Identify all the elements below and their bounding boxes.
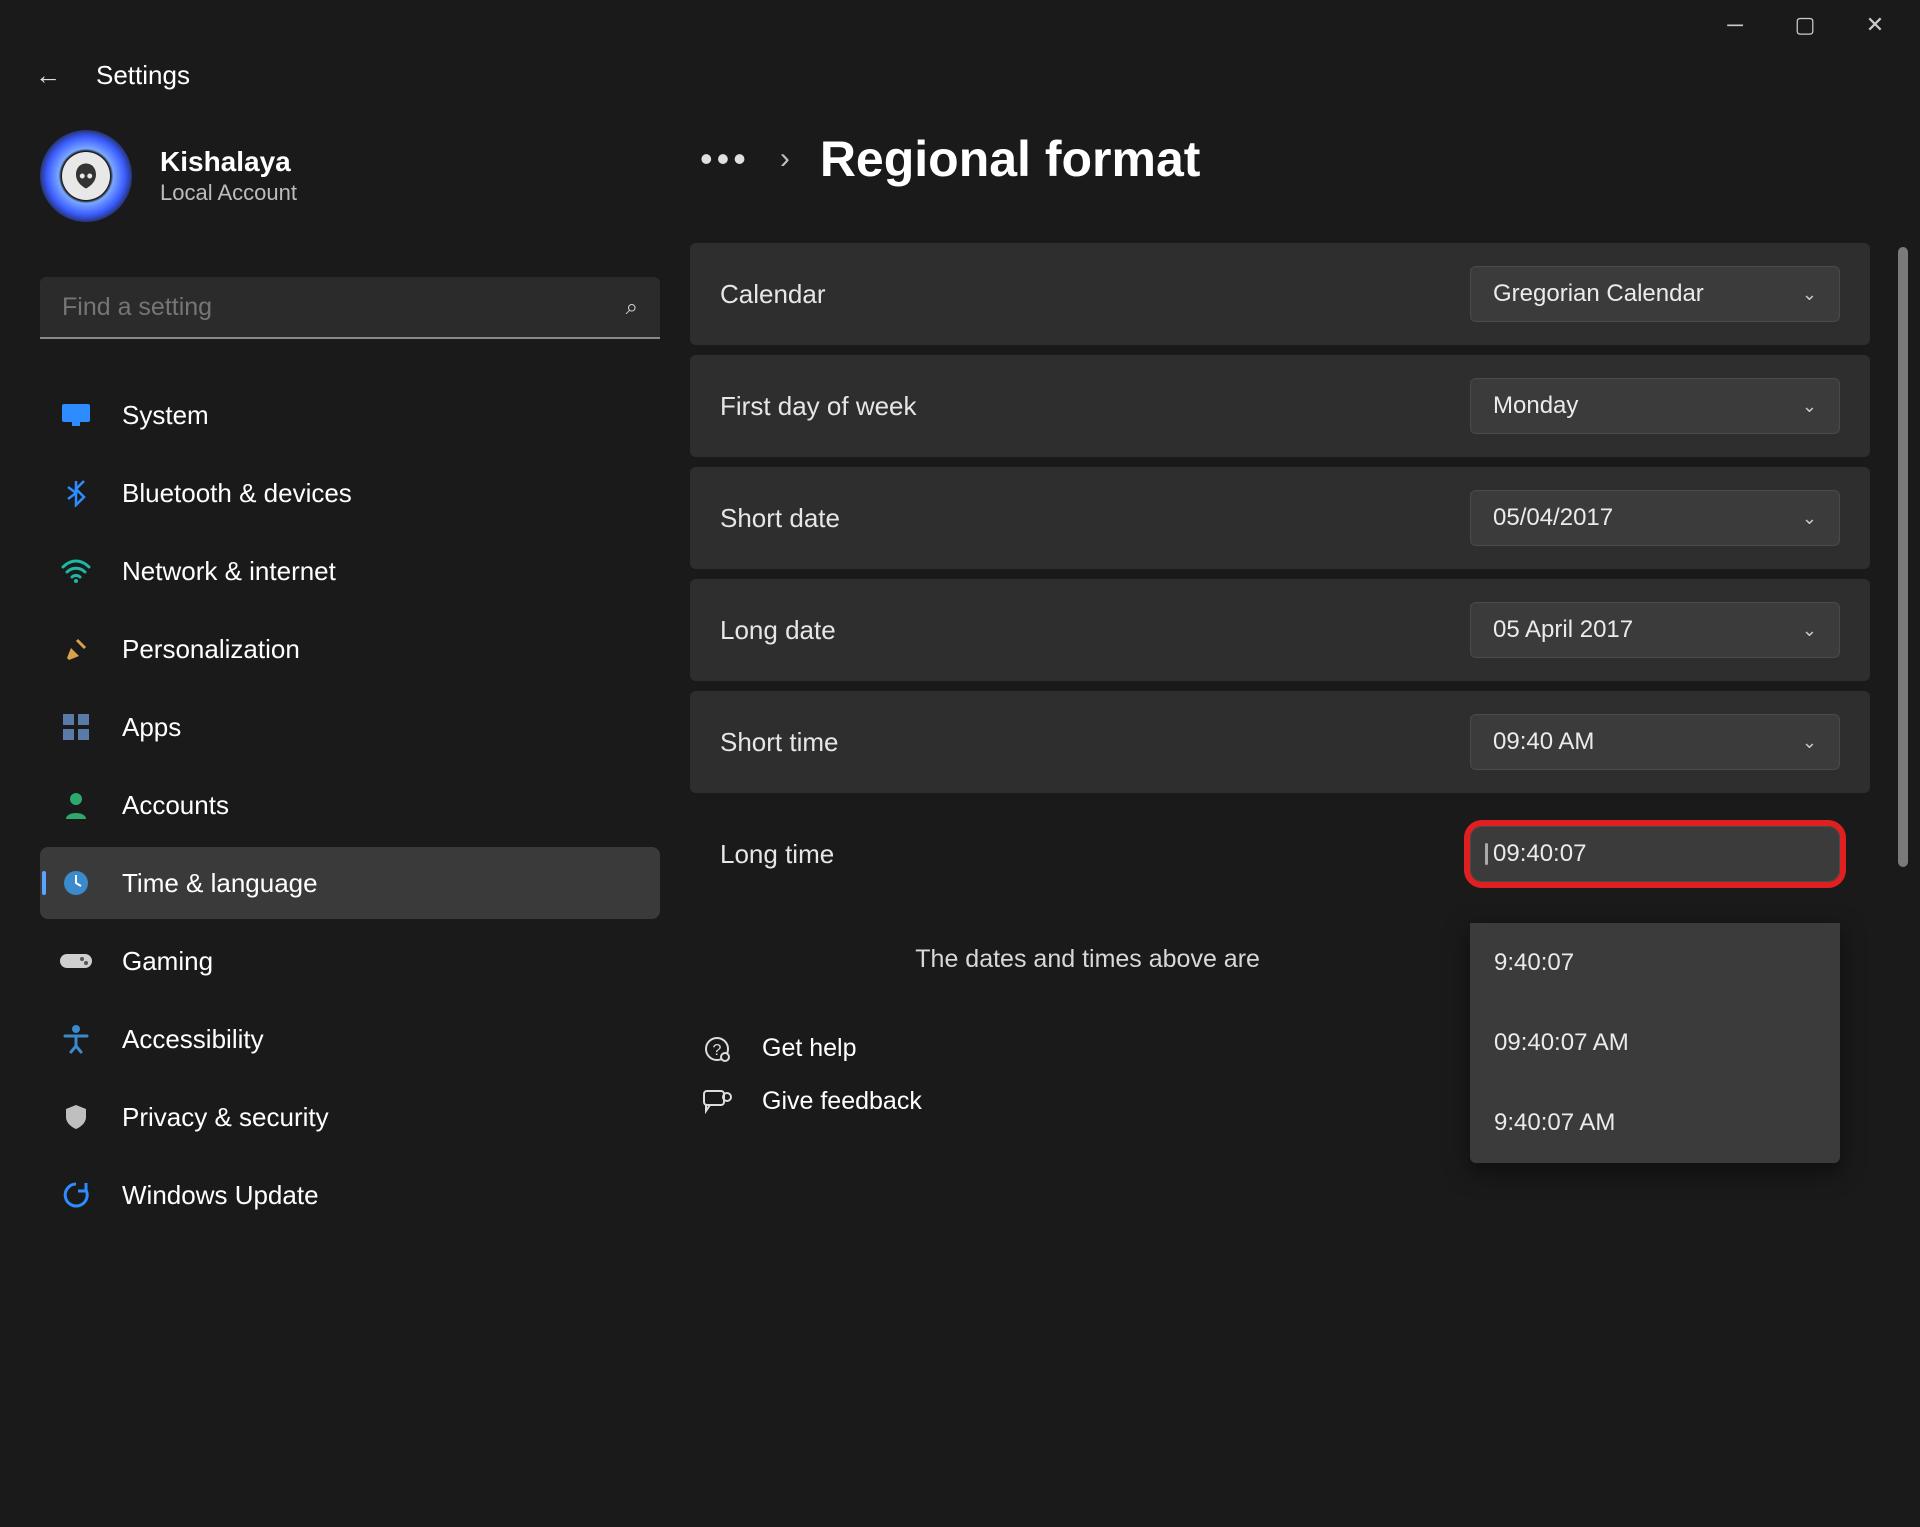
sidebar-item-apps[interactable]: Apps bbox=[40, 691, 660, 763]
display-icon bbox=[60, 399, 92, 431]
row-label: Short time bbox=[720, 727, 839, 758]
sidebar-item-accounts[interactable]: Accounts bbox=[40, 769, 660, 841]
clock-globe-icon bbox=[60, 867, 92, 899]
search-icon: ⌕ bbox=[626, 294, 638, 320]
sidebar-item-label: Network & internet bbox=[122, 556, 336, 587]
row-label: Calendar bbox=[720, 279, 826, 310]
dropdown-value: Monday bbox=[1493, 392, 1788, 420]
dropdown-value: 05/04/2017 bbox=[1493, 504, 1788, 532]
search-input[interactable]: ⌕ bbox=[40, 277, 660, 339]
sidebar-item-label: System bbox=[122, 400, 209, 431]
apps-icon bbox=[60, 711, 92, 743]
breadcrumb: ••• › Regional format bbox=[690, 130, 1870, 188]
sidebar-item-windows-update[interactable]: Windows Update bbox=[40, 1159, 660, 1231]
first-day-dropdown[interactable]: Monday ⌄ bbox=[1470, 378, 1840, 434]
update-icon bbox=[60, 1179, 92, 1211]
sidebar-item-privacy[interactable]: Privacy & security bbox=[40, 1081, 660, 1153]
row-first-day: First day of week Monday ⌄ bbox=[690, 355, 1870, 457]
row-label: Long time bbox=[720, 839, 834, 870]
page-title: Regional format bbox=[820, 130, 1201, 188]
user-card[interactable]: Kishalaya Local Account bbox=[40, 130, 660, 222]
bluetooth-icon bbox=[60, 477, 92, 509]
sidebar-item-gaming[interactable]: Gaming bbox=[40, 925, 660, 997]
sidebar-item-label: Time & language bbox=[122, 868, 318, 899]
chevron-down-icon: ⌄ bbox=[1802, 508, 1817, 529]
sidebar-item-label: Privacy & security bbox=[122, 1102, 329, 1133]
avatar bbox=[40, 130, 132, 222]
row-long-date: Long date 05 April 2017 ⌄ bbox=[690, 579, 1870, 681]
alien-icon bbox=[71, 161, 101, 191]
scrollbar[interactable] bbox=[1898, 247, 1908, 887]
dropdown-value: Gregorian Calendar bbox=[1493, 280, 1788, 308]
link-label: Give feedback bbox=[762, 1087, 922, 1116]
sidebar-item-label: Windows Update bbox=[122, 1180, 319, 1211]
row-short-time: Short time 09:40 AM ⌄ bbox=[690, 691, 1870, 793]
search-field[interactable] bbox=[62, 293, 626, 322]
shield-icon bbox=[60, 1101, 92, 1133]
chevron-down-icon: ⌄ bbox=[1802, 732, 1817, 753]
app-title: Settings bbox=[96, 60, 190, 91]
row-label: Short date bbox=[720, 503, 840, 534]
person-icon bbox=[60, 789, 92, 821]
user-sub: Local Account bbox=[160, 180, 297, 206]
user-name: Kishalaya bbox=[160, 146, 297, 178]
flyout-option[interactable]: 9:40:07 AM bbox=[1470, 1083, 1840, 1163]
chevron-down-icon: ⌄ bbox=[1802, 284, 1817, 305]
sidebar-item-label: Bluetooth & devices bbox=[122, 478, 352, 509]
flyout-option[interactable]: 9:40:07 bbox=[1470, 923, 1840, 1003]
breadcrumb-more-button[interactable]: ••• bbox=[700, 138, 750, 180]
flyout-option[interactable]: 09:40:07 AM bbox=[1470, 1003, 1840, 1083]
sidebar-item-label: Apps bbox=[122, 712, 181, 743]
sidebar-item-system[interactable]: System bbox=[40, 379, 660, 451]
sidebar-item-accessibility[interactable]: Accessibility bbox=[40, 1003, 660, 1075]
maximize-button[interactable]: ▢ bbox=[1770, 0, 1840, 50]
gamepad-icon bbox=[60, 945, 92, 977]
calendar-dropdown[interactable]: Gregorian Calendar ⌄ bbox=[1470, 266, 1840, 322]
chevron-down-icon: ⌄ bbox=[1802, 620, 1817, 641]
dropdown-value: 09:40 AM bbox=[1493, 728, 1788, 756]
minimize-button[interactable]: ─ bbox=[1700, 0, 1770, 50]
help-icon: ? bbox=[700, 1035, 734, 1063]
chevron-right-icon: › bbox=[780, 142, 790, 176]
row-label: Long date bbox=[720, 615, 836, 646]
link-label: Get help bbox=[762, 1034, 857, 1063]
sidebar-item-bluetooth[interactable]: Bluetooth & devices bbox=[40, 457, 660, 529]
row-long-time: Long time 09:40:07 bbox=[690, 803, 1870, 905]
accessibility-icon bbox=[60, 1023, 92, 1055]
sidebar-item-network[interactable]: Network & internet bbox=[40, 535, 660, 607]
sidebar-item-time-language[interactable]: Time & language bbox=[40, 847, 660, 919]
chevron-down-icon: ⌄ bbox=[1802, 396, 1817, 417]
back-button[interactable]: ← bbox=[35, 60, 61, 91]
sidebar-item-label: Accessibility bbox=[122, 1024, 264, 1055]
long-time-dropdown[interactable]: 09:40:07 bbox=[1470, 826, 1840, 882]
feedback-icon bbox=[700, 1089, 734, 1115]
brush-icon bbox=[60, 633, 92, 665]
row-label: First day of week bbox=[720, 391, 917, 422]
row-short-date: Short date 05/04/2017 ⌄ bbox=[690, 467, 1870, 569]
short-date-dropdown[interactable]: 05/04/2017 ⌄ bbox=[1470, 490, 1840, 546]
sidebar-item-label: Personalization bbox=[122, 634, 300, 665]
sidebar-item-personalization[interactable]: Personalization bbox=[40, 613, 660, 685]
sidebar-item-label: Accounts bbox=[122, 790, 229, 821]
sidebar-item-label: Gaming bbox=[122, 946, 213, 977]
dropdown-value: 09:40:07 bbox=[1493, 840, 1817, 868]
dropdown-value: 05 April 2017 bbox=[1493, 616, 1788, 644]
short-time-dropdown[interactable]: 09:40 AM ⌄ bbox=[1470, 714, 1840, 770]
close-button[interactable]: ✕ bbox=[1840, 0, 1910, 50]
long-time-flyout: 9:40:07 09:40:07 AM 9:40:07 AM bbox=[1470, 923, 1840, 1163]
long-date-dropdown[interactable]: 05 April 2017 ⌄ bbox=[1470, 602, 1840, 658]
row-calendar: Calendar Gregorian Calendar ⌄ bbox=[690, 243, 1870, 345]
wifi-icon bbox=[60, 555, 92, 587]
